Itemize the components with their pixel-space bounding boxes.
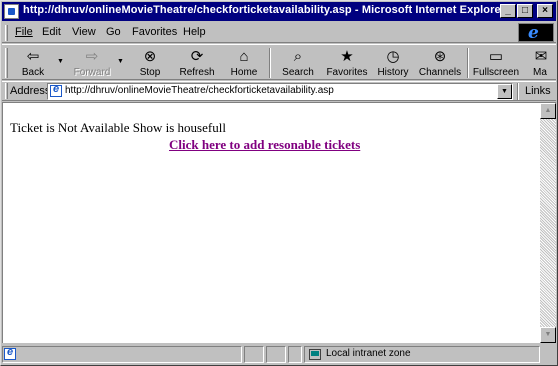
maximize-button[interactable]: □	[517, 4, 533, 18]
scroll-down-icon[interactable]: ▼	[540, 327, 556, 343]
window-title: http://dhruv/onlineMovieTheatre/checkfor…	[23, 4, 506, 16]
menu-bar: File Edit View Go Favorites Help e	[2, 22, 556, 43]
intranet-zone-icon	[309, 349, 321, 360]
forward-dropdown-icon[interactable]: ▼	[117, 58, 124, 65]
address-label: Address	[10, 85, 51, 97]
menu-help-label: Help	[183, 26, 206, 38]
standard-toolbar: ⇦ Back ▼ ⇨ Forward ▼ ⊗ Stop ⟳ Refresh ⌂ …	[2, 44, 556, 80]
search-icon: ⌕	[293, 48, 303, 65]
stop-label: Stop	[139, 67, 161, 78]
menu-file-label: File	[15, 26, 33, 38]
stop-icon: ⊗	[143, 48, 157, 65]
favorites-label: Favorites	[326, 67, 368, 78]
page-content: Ticket is Not Available Show is houseful…	[2, 102, 556, 343]
stop-button[interactable]: ⊗ Stop	[133, 46, 167, 80]
ie-logo-icon: e	[528, 23, 539, 43]
address-url[interactable]: http://dhruv/onlineMovieTheatre/checkfor…	[65, 85, 334, 96]
status-text-pane	[2, 346, 242, 363]
fullscreen-icon: ▭	[488, 48, 504, 65]
menu-go[interactable]: Go	[106, 26, 121, 38]
back-button[interactable]: ⇦ Back	[14, 46, 52, 80]
toolbar-grip[interactable]	[5, 48, 8, 78]
ie-logo: e	[518, 23, 554, 43]
refresh-label: Refresh	[179, 67, 215, 78]
home-label: Home	[230, 67, 258, 78]
home-button[interactable]: ⌂ Home	[226, 46, 262, 80]
toolbar-separator	[269, 48, 271, 78]
menu-edit-label: Edit	[42, 26, 61, 38]
status-progress-pane	[244, 346, 264, 363]
menu-view-label: View	[72, 26, 96, 38]
zone-text: Local intranet zone	[326, 348, 411, 359]
menu-help[interactable]: Help	[183, 26, 206, 38]
menu-favorites-label: Favorites	[132, 26, 178, 38]
status-pane	[266, 346, 286, 363]
status-bar: Local intranet zone	[2, 344, 556, 365]
menu-go-label: Go	[106, 26, 121, 38]
status-page-icon	[4, 346, 16, 360]
forward-label: Forward	[73, 67, 111, 78]
channels-icon: ⊛	[433, 48, 447, 65]
back-arrow-icon: ⇦	[26, 48, 40, 65]
home-icon: ⌂	[239, 48, 249, 65]
favorites-icon: ★	[340, 48, 354, 65]
toolbar-separator	[467, 48, 469, 78]
status-pane	[288, 346, 302, 363]
menu-grip[interactable]	[5, 25, 8, 41]
menu-view[interactable]: View	[72, 26, 96, 38]
minimize-button[interactable]: _	[500, 4, 516, 18]
zone-pane: Local intranet zone	[304, 346, 540, 363]
address-bar: Address http://dhruv/onlineMovieTheatre/…	[2, 81, 556, 101]
history-button[interactable]: ◷ History	[373, 46, 413, 80]
menu-edit[interactable]: Edit	[42, 26, 61, 38]
channels-button[interactable]: ⊛ Channels	[417, 46, 463, 80]
availability-message: Ticket is Not Available Show is houseful…	[10, 120, 226, 135]
vertical-scrollbar[interactable]: ▲ ▼	[540, 103, 556, 343]
forward-arrow-icon: ⇨	[85, 48, 99, 65]
mail-button[interactable]: ✉ Ma	[527, 46, 555, 80]
back-label: Back	[21, 67, 45, 78]
add-tickets-link[interactable]: Click here to add resonable tickets	[169, 137, 360, 153]
menu-file[interactable]: File	[15, 26, 33, 38]
close-button[interactable]: ×	[537, 4, 553, 18]
address-dropdown-icon[interactable]: ▼	[497, 84, 512, 99]
refresh-icon: ⟳	[190, 48, 204, 65]
title-bar[interactable]: http://dhruv/onlineMovieTheatre/checkfor…	[2, 2, 556, 21]
ie-page-icon	[4, 4, 19, 19]
mail-icon: ✉	[534, 48, 548, 65]
refresh-button[interactable]: ⟳ Refresh	[176, 46, 218, 80]
links-button[interactable]: Links	[525, 85, 551, 97]
links-separator	[517, 83, 519, 100]
forward-button[interactable]: ⇨ Forward	[71, 46, 113, 80]
browser-window: http://dhruv/onlineMovieTheatre/checkfor…	[0, 0, 558, 366]
resize-grip[interactable]	[542, 346, 556, 363]
history-label: History	[377, 67, 409, 78]
address-input[interactable]: http://dhruv/onlineMovieTheatre/checkfor…	[47, 83, 513, 100]
search-button[interactable]: ⌕ Search	[278, 46, 318, 80]
fullscreen-label: Fullscreen	[472, 67, 520, 78]
back-dropdown-icon[interactable]: ▼	[57, 58, 64, 65]
favorites-button[interactable]: ★ Favorites	[324, 46, 370, 80]
search-label: Search	[282, 67, 314, 78]
address-grip[interactable]	[5, 83, 8, 99]
mail-label: Ma	[533, 67, 547, 78]
page-icon	[50, 83, 62, 97]
scroll-up-icon[interactable]: ▲	[540, 103, 556, 119]
channels-label: Channels	[418, 67, 462, 78]
fullscreen-button[interactable]: ▭ Fullscreen	[471, 46, 521, 80]
history-icon: ◷	[386, 48, 400, 65]
menu-favorites[interactable]: Favorites	[132, 26, 177, 38]
